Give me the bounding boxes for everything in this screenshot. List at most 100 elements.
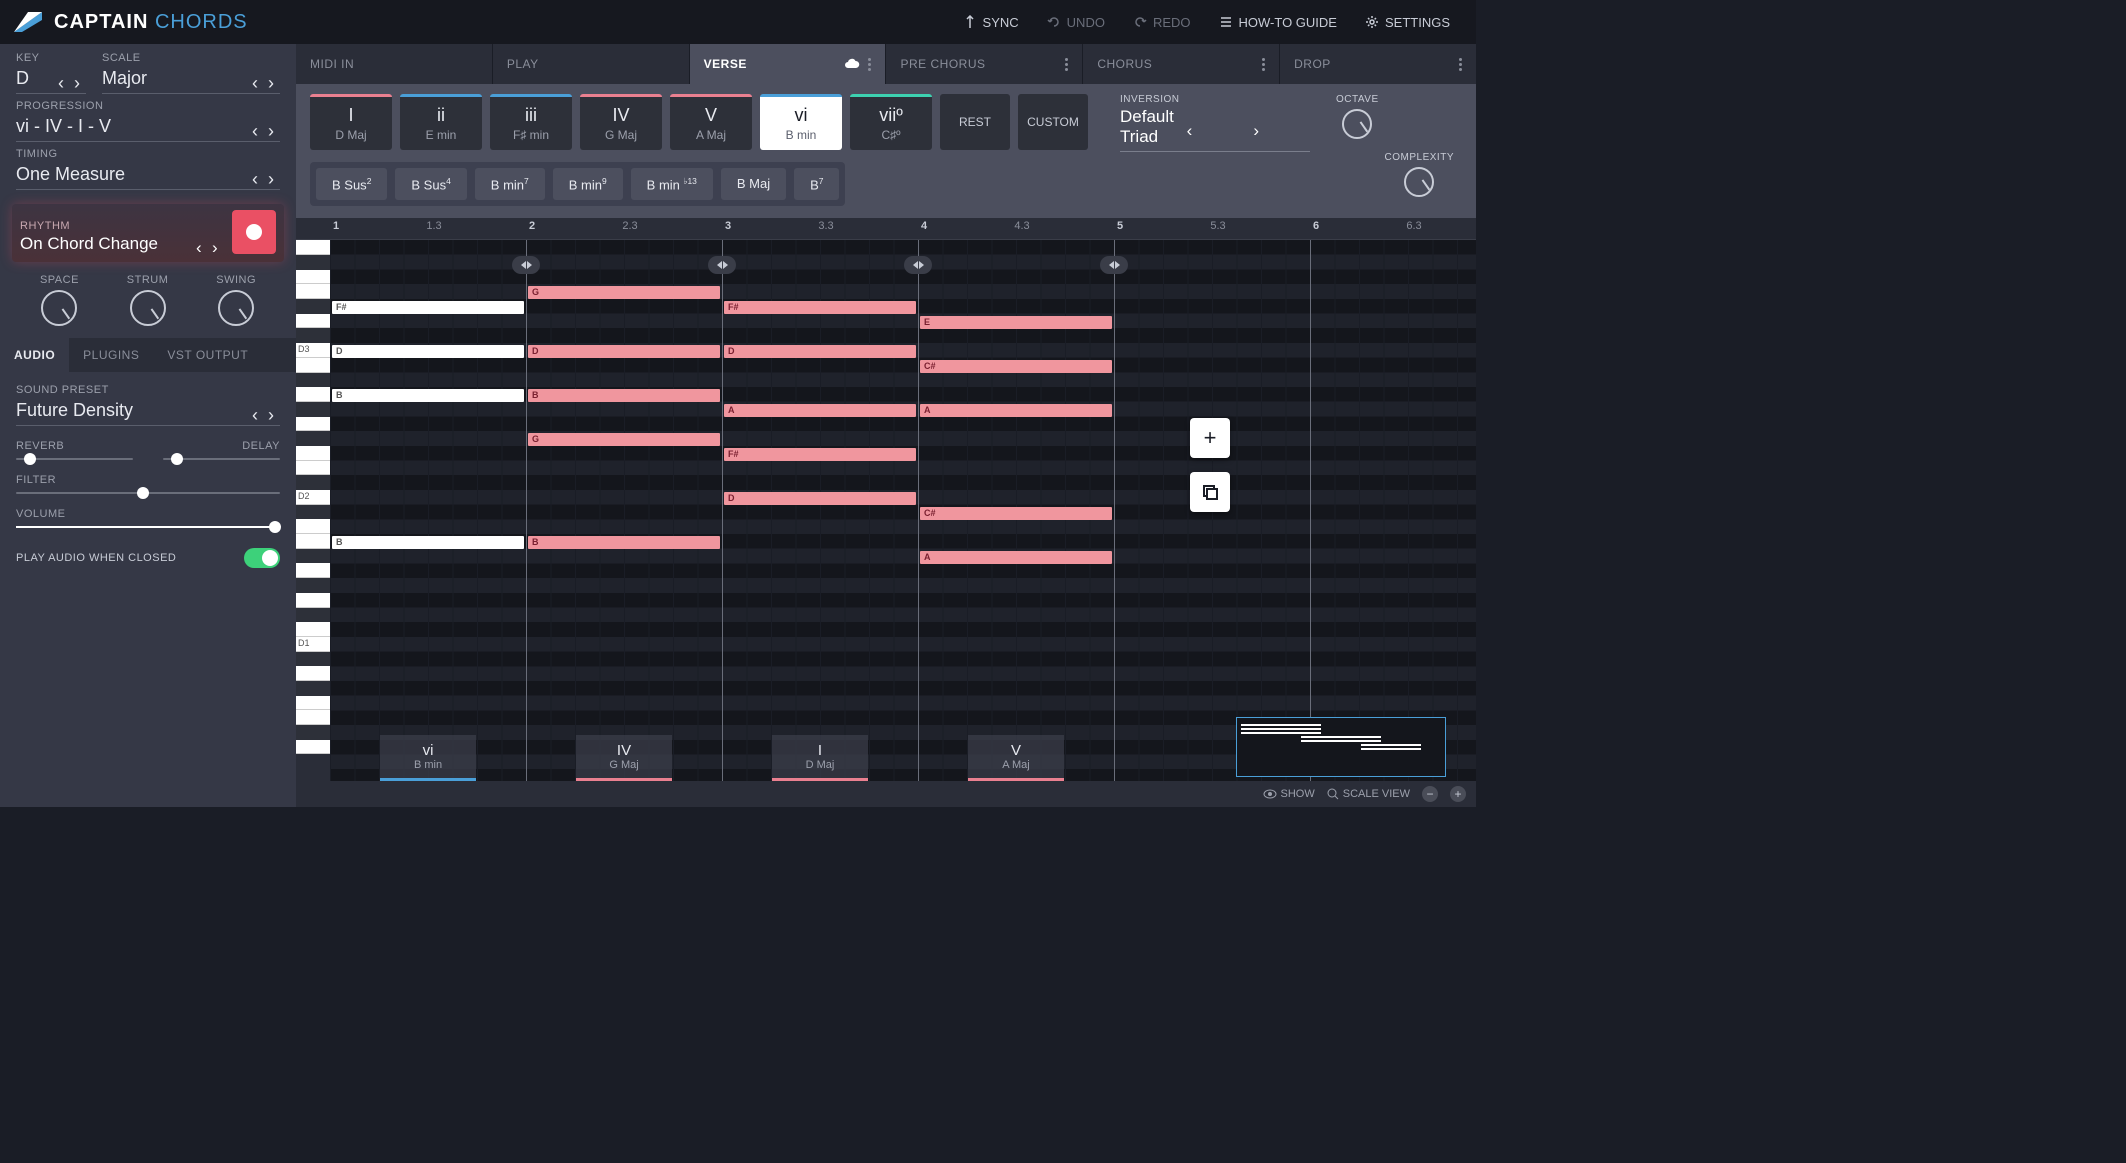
chevron-left-icon[interactable]: ‹ — [252, 169, 264, 181]
chord-region-label[interactable]: ID Maj — [772, 735, 868, 781]
chevron-right-icon[interactable]: › — [268, 169, 280, 181]
chevron-right-icon[interactable]: › — [268, 121, 280, 133]
custom-button[interactable]: CUSTOM — [1018, 94, 1088, 150]
boundary-handle[interactable] — [1100, 256, 1128, 274]
note[interactable]: D — [724, 492, 916, 505]
note[interactable]: F# — [724, 448, 916, 461]
chord-button-viiº[interactable]: viiºC♯º — [850, 94, 932, 150]
chevron-right-icon[interactable]: › — [212, 238, 224, 250]
chevron-left-icon[interactable]: ‹ — [252, 405, 264, 417]
note[interactable]: A — [920, 404, 1112, 417]
tab-plugins[interactable]: PLUGINS — [69, 338, 153, 372]
note[interactable]: A — [920, 551, 1112, 564]
note[interactable]: B — [332, 389, 524, 402]
more-icon[interactable] — [1459, 58, 1462, 71]
chord-region-label[interactable]: IVG Maj — [576, 735, 672, 781]
inversion-selector[interactable]: Default Triad ‹› — [1120, 107, 1310, 152]
tab-chorus[interactable]: CHORUS — [1082, 44, 1279, 84]
strum-knob[interactable] — [130, 290, 166, 326]
add-button[interactable]: + — [1190, 418, 1230, 458]
filter-slider[interactable] — [16, 492, 280, 494]
complexity-knob[interactable] — [1404, 167, 1434, 197]
variant-button[interactable]: B Sus2 — [316, 168, 387, 200]
chord-region-label[interactable]: viB min — [380, 735, 476, 781]
chevron-left-icon[interactable]: ‹ — [252, 73, 264, 85]
chord-button-ii[interactable]: iiE min — [400, 94, 482, 150]
octave-knob[interactable] — [1342, 109, 1372, 139]
chord-region-label[interactable]: VA Maj — [968, 735, 1064, 781]
tab-drop[interactable]: DROP — [1279, 44, 1476, 84]
sound-preset-selector[interactable]: Future Density ‹› — [16, 398, 280, 426]
chevron-right-icon[interactable]: › — [268, 73, 280, 85]
more-icon[interactable] — [1262, 58, 1265, 71]
play-audio-closed-toggle[interactable] — [244, 548, 280, 568]
key-selector[interactable]: D ‹› — [16, 66, 86, 94]
variant-button[interactable]: B min ♭13 — [631, 168, 713, 200]
note[interactable]: G — [528, 286, 720, 299]
duplicate-button[interactable] — [1190, 472, 1230, 512]
reverb-slider[interactable] — [16, 458, 133, 460]
delay-slider[interactable] — [163, 458, 280, 460]
volume-slider[interactable] — [16, 526, 280, 528]
space-knob[interactable] — [41, 290, 77, 326]
settings-button[interactable]: SETTINGS — [1351, 0, 1464, 44]
note[interactable]: A — [724, 404, 916, 417]
rest-button[interactable]: REST — [940, 94, 1010, 150]
note[interactable]: B — [528, 389, 720, 402]
chevron-left-icon[interactable]: ‹ — [196, 238, 208, 250]
more-icon[interactable] — [868, 58, 871, 71]
rhythm-selector[interactable]: On Chord Change ‹› — [20, 234, 224, 254]
scale-selector[interactable]: Major ‹› — [102, 66, 280, 94]
boundary-handle[interactable] — [904, 256, 932, 274]
tab-pre-chorus[interactable]: PRE CHORUS — [885, 44, 1082, 84]
note[interactable]: B — [332, 536, 524, 549]
variant-button[interactable]: B min9 — [553, 168, 623, 200]
tab-vst-output[interactable]: VST OUTPUT — [153, 338, 262, 372]
boundary-handle[interactable] — [708, 256, 736, 274]
minimap[interactable] — [1236, 717, 1446, 777]
chevron-right-icon[interactable]: › — [74, 73, 86, 85]
piano-keys[interactable]: D3D2D1 — [296, 240, 330, 781]
undo-button[interactable]: UNDO — [1033, 0, 1119, 44]
tab-audio[interactable]: AUDIO — [0, 338, 69, 372]
zoom-out-button[interactable]: − — [1422, 786, 1438, 802]
note-grid[interactable]: F#DBBGDBGBF#DAF#DEC#AC#AviB minIVG MajID… — [330, 240, 1476, 781]
tab-play[interactable]: PLAY — [492, 44, 689, 84]
timing-selector[interactable]: One Measure ‹› — [16, 162, 280, 190]
record-button[interactable] — [232, 210, 276, 254]
boundary-handle[interactable] — [512, 256, 540, 274]
scale-view-button[interactable]: SCALE VIEW — [1327, 788, 1410, 800]
variant-button[interactable]: B Sus4 — [395, 168, 466, 200]
chevron-left-icon[interactable]: ‹ — [58, 73, 70, 85]
chord-button-vi[interactable]: viB min — [760, 94, 842, 150]
note[interactable]: E — [920, 316, 1112, 329]
chevron-left-icon[interactable]: ‹ — [252, 121, 264, 133]
note[interactable]: F# — [724, 301, 916, 314]
ruler[interactable]: 11.322.333.344.355.366.3 — [296, 218, 1476, 240]
zoom-in-button[interactable]: + — [1450, 786, 1466, 802]
howto-guide-button[interactable]: HOW-TO GUIDE — [1205, 0, 1351, 44]
chord-button-iii[interactable]: iiiF♯ min — [490, 94, 572, 150]
note[interactable]: D — [724, 345, 916, 358]
note[interactable]: C# — [920, 360, 1112, 373]
note[interactable]: D — [528, 345, 720, 358]
variant-button[interactable]: B7 — [794, 168, 839, 200]
variant-button[interactable]: B Maj — [721, 168, 786, 200]
note[interactable]: B — [528, 536, 720, 549]
note[interactable]: D — [332, 345, 524, 358]
variant-button[interactable]: B min7 — [475, 168, 545, 200]
more-icon[interactable] — [1065, 58, 1068, 71]
tab-verse[interactable]: VERSE — [689, 44, 886, 84]
cloud-icon[interactable] — [844, 58, 860, 70]
chevron-right-icon[interactable]: › — [268, 405, 280, 417]
redo-button[interactable]: REDO — [1119, 0, 1205, 44]
chevron-right-icon[interactable]: › — [1253, 121, 1310, 133]
note[interactable]: C# — [920, 507, 1112, 520]
sync-button[interactable]: SYNC — [949, 0, 1033, 44]
chord-button-v[interactable]: VA Maj — [670, 94, 752, 150]
chord-button-iv[interactable]: IVG Maj — [580, 94, 662, 150]
tab-midi-in[interactable]: MIDI IN — [296, 44, 492, 84]
note[interactable]: G — [528, 433, 720, 446]
progression-selector[interactable]: vi - IV - I - V ‹› — [16, 114, 280, 142]
chevron-left-icon[interactable]: ‹ — [1187, 121, 1244, 133]
